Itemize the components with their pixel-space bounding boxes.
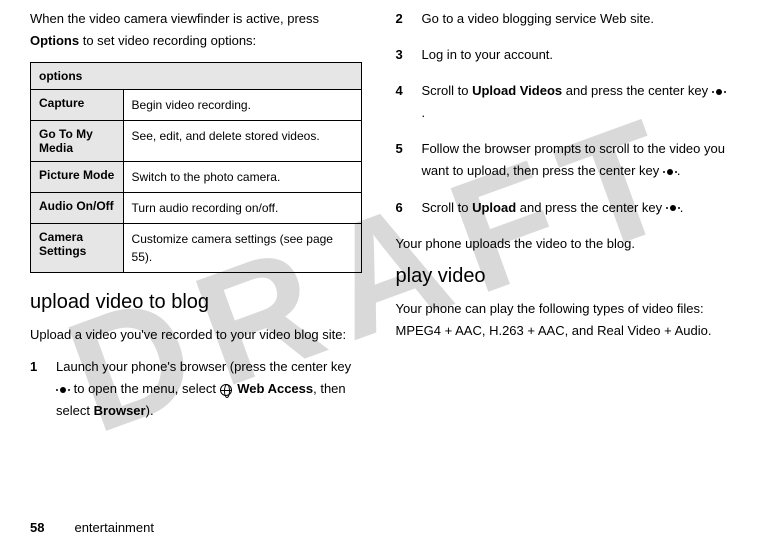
opt-desc: Switch to the photo camera. bbox=[123, 162, 361, 193]
step6-pre: Scroll to bbox=[422, 200, 473, 215]
heading-upload-video: upload video to blog bbox=[30, 291, 362, 314]
step-6: 6 Scroll to Upload and press the center … bbox=[396, 197, 728, 219]
step-3: 3 Log in to your account. bbox=[396, 44, 728, 66]
step-4: 4 Scroll to Upload Videos and press the … bbox=[396, 80, 728, 124]
play-video-text: Your phone can play the following types … bbox=[396, 298, 728, 342]
opt-label: Capture bbox=[31, 90, 124, 121]
section-name: entertainment bbox=[74, 520, 154, 535]
step4-pre: Scroll to bbox=[422, 83, 473, 98]
intro-pre: When the video camera viewfinder is acti… bbox=[30, 11, 319, 26]
upload-label: Upload bbox=[472, 200, 516, 215]
step6-mid: and press the center key bbox=[516, 200, 666, 215]
center-key-icon bbox=[663, 167, 677, 177]
step-2: 2 Go to a video blogging service Web sit… bbox=[396, 8, 728, 30]
left-column: When the video camera viewfinder is acti… bbox=[30, 8, 362, 437]
globe-icon bbox=[220, 384, 232, 396]
opt-label: Camera Settings bbox=[31, 224, 124, 273]
opt-desc: Customize camera settings (see page 55). bbox=[123, 224, 361, 273]
heading-play-video: play video bbox=[396, 265, 728, 288]
opt-desc: Turn audio recording on/off. bbox=[123, 193, 361, 224]
step-body: Launch your phone's browser (press the c… bbox=[56, 356, 362, 422]
opt-label: Picture Mode bbox=[31, 162, 124, 193]
step-number: 6 bbox=[396, 197, 410, 219]
center-key-icon bbox=[56, 385, 70, 395]
center-key-icon bbox=[712, 87, 726, 97]
opt-desc: Begin video recording. bbox=[123, 90, 361, 121]
page-footer: 58 entertainment bbox=[30, 520, 154, 535]
web-access-label: Web Access bbox=[237, 381, 313, 396]
step-number: 2 bbox=[396, 8, 410, 30]
step-number: 4 bbox=[396, 80, 410, 124]
step1-post: ). bbox=[146, 403, 154, 418]
step-1: 1 Launch your phone's browser (press the… bbox=[30, 356, 362, 422]
step4-mid: and press the center key bbox=[562, 83, 712, 98]
upload-done-text: Your phone uploads the video to the blog… bbox=[396, 233, 728, 255]
center-key-icon bbox=[666, 203, 680, 213]
upload-intro: Upload a video you've recorded to your v… bbox=[30, 324, 362, 346]
intro-post: to set video recording options: bbox=[79, 33, 256, 48]
browser-label: Browser bbox=[94, 403, 146, 418]
step1-mid1: to open the menu, select bbox=[70, 381, 220, 396]
step-body: Follow the browser prompts to scroll to … bbox=[422, 138, 728, 182]
table-row: Picture Mode Switch to the photo camera. bbox=[31, 162, 362, 193]
step-body: Log in to your account. bbox=[422, 44, 728, 66]
options-label: Options bbox=[30, 33, 79, 48]
step1-pre: Launch your phone's browser (press the c… bbox=[56, 359, 351, 374]
table-row: Go To My Media See, edit, and delete sto… bbox=[31, 121, 362, 162]
table-row: Camera Settings Customize camera setting… bbox=[31, 224, 362, 273]
step5-post: . bbox=[677, 163, 681, 178]
opt-label: Go To My Media bbox=[31, 121, 124, 162]
upload-videos-label: Upload Videos bbox=[472, 83, 562, 98]
step-5: 5 Follow the browser prompts to scroll t… bbox=[396, 138, 728, 182]
page-content: When the video camera viewfinder is acti… bbox=[0, 0, 757, 447]
opt-desc: See, edit, and delete stored videos. bbox=[123, 121, 361, 162]
step-number: 1 bbox=[30, 356, 44, 422]
opt-label: Audio On/Off bbox=[31, 193, 124, 224]
step-body: Scroll to Upload and press the center ke… bbox=[422, 197, 728, 219]
step-number: 3 bbox=[396, 44, 410, 66]
step6-post: . bbox=[680, 200, 684, 215]
right-column: 2 Go to a video blogging service Web sit… bbox=[396, 8, 728, 437]
step-number: 5 bbox=[396, 138, 410, 182]
options-table-header: options bbox=[31, 63, 362, 90]
page-number: 58 bbox=[30, 520, 44, 535]
table-row: Audio On/Off Turn audio recording on/off… bbox=[31, 193, 362, 224]
step-body: Go to a video blogging service Web site. bbox=[422, 8, 728, 30]
table-row: Capture Begin video recording. bbox=[31, 90, 362, 121]
step-body: Scroll to Upload Videos and press the ce… bbox=[422, 80, 728, 124]
intro-text: When the video camera viewfinder is acti… bbox=[30, 8, 362, 52]
options-table: options Capture Begin video recording. G… bbox=[30, 62, 362, 273]
step4-post: . bbox=[422, 105, 426, 120]
